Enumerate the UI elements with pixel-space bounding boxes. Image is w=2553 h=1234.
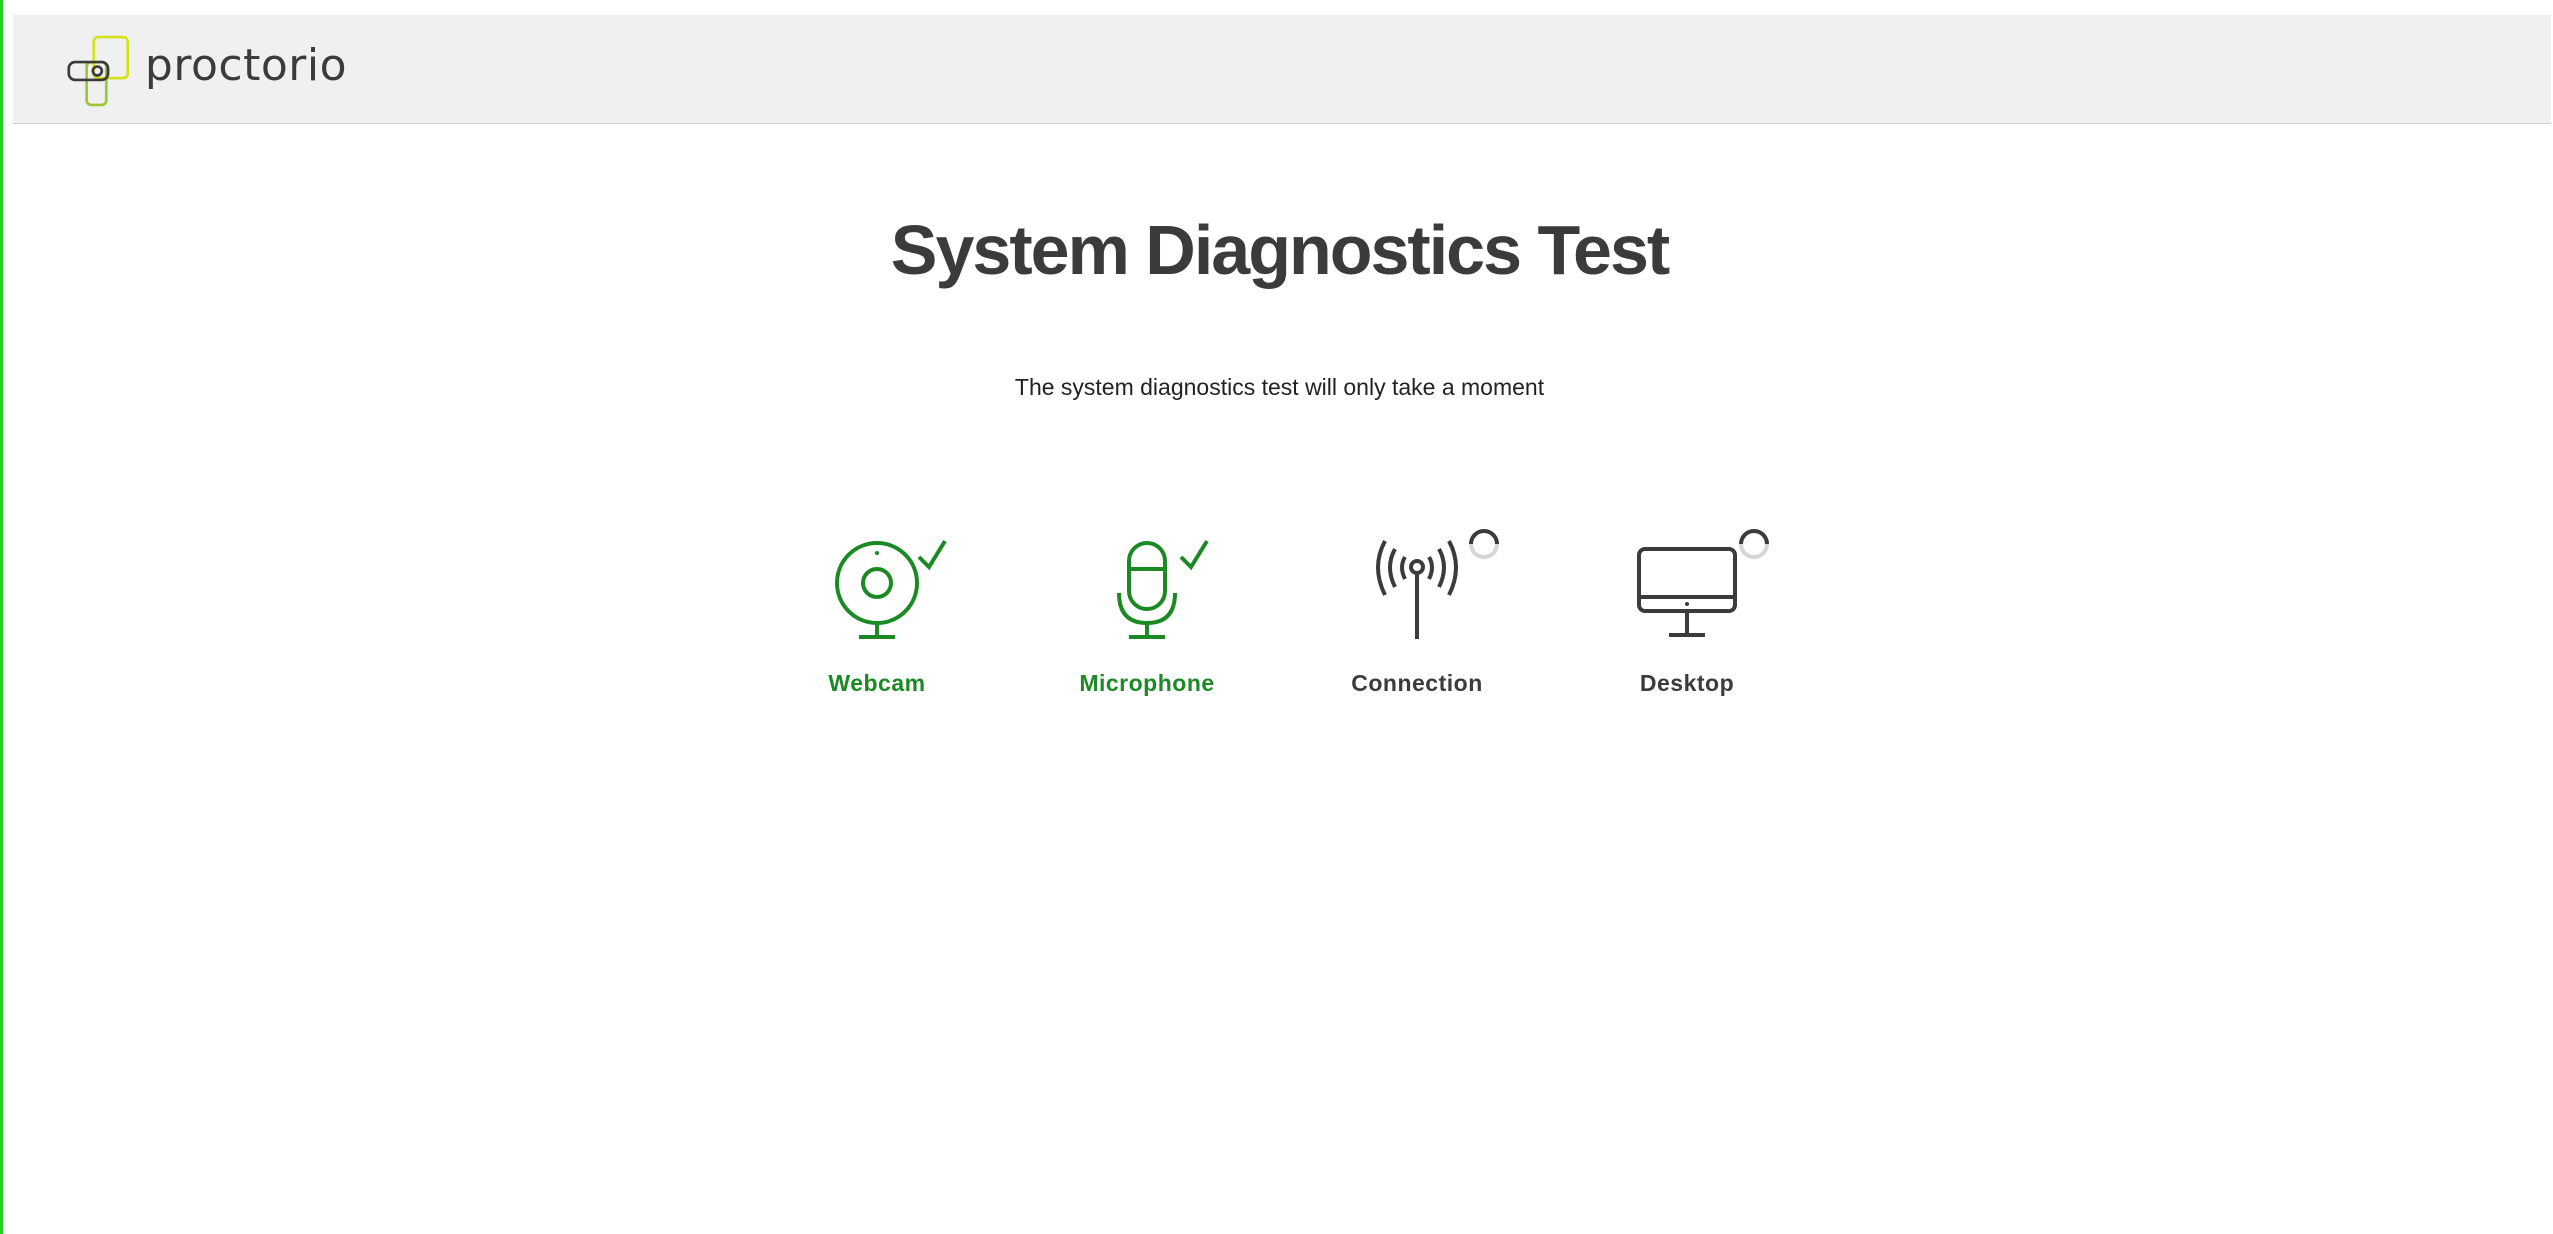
microphone-icon [1117, 539, 1209, 639]
diagnostic-label-connection: Connection [1351, 670, 1483, 696]
diagnostic-label-desktop: Desktop [1639, 670, 1735, 696]
spinner-icon [1739, 529, 1769, 559]
top-header: proctorio [13, 15, 2551, 124]
monitor-icon [1637, 529, 1769, 637]
antenna-icon [1376, 529, 1499, 639]
diagnostic-connection: Connection [1317, 525, 1517, 697]
proctorio-logo-icon [67, 35, 130, 107]
webcam-icon [835, 539, 947, 639]
window-frame: proctorio System Diagnostics Test The sy… [0, 0, 2553, 1234]
page-title: System Diagnostics Test [890, 211, 1670, 289]
brand-logo[interactable]: proctorio [67, 31, 347, 111]
diagnostic-label-microphone: Microphone [1079, 670, 1215, 696]
diagnostic-desktop: Desktop [1587, 525, 1787, 697]
checkmark-icon [1179, 539, 1209, 571]
diagnostic-webcam: Webcam [777, 525, 977, 697]
page-subtitle: The system diagnostics test will only ta… [1014, 374, 1545, 400]
checkmark-icon [917, 539, 947, 571]
brand-name: proctorio [144, 39, 347, 91]
diagnostic-microphone: Microphone [1047, 525, 1247, 697]
diagnostic-label-webcam: Webcam [828, 670, 926, 696]
spinner-icon [1469, 529, 1499, 559]
